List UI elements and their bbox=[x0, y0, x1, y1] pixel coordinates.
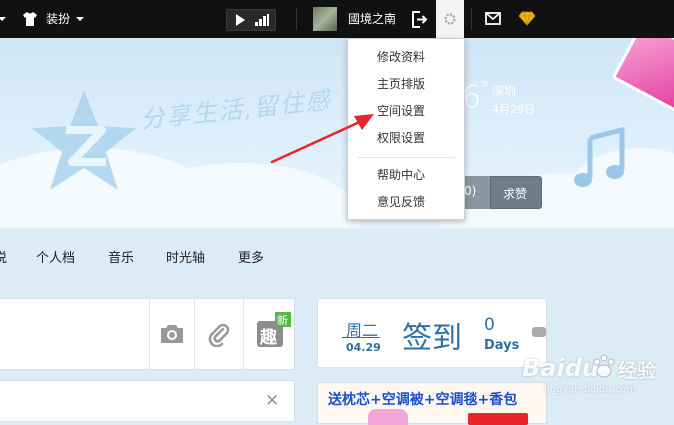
divider bbox=[296, 8, 297, 30]
weather-city: 深圳 bbox=[492, 84, 517, 98]
baidu-jingyan-watermark: Baidu 经验 jingyan.baidu.com bbox=[520, 340, 670, 400]
checkin-date: 04.29 bbox=[346, 341, 381, 354]
music-player-control[interactable] bbox=[226, 9, 276, 31]
tab-timeline[interactable]: 时光轴 bbox=[166, 247, 205, 266]
photo-button[interactable] bbox=[149, 299, 194, 369]
link-button[interactable] bbox=[194, 299, 243, 369]
close-icon[interactable]: ✕ bbox=[265, 391, 279, 411]
menu-item-edit-profile[interactable]: 修改资料 bbox=[348, 45, 464, 69]
logout-icon[interactable] bbox=[411, 11, 428, 28]
tab-more[interactable]: 更多 bbox=[238, 247, 264, 266]
annotation-arrow bbox=[270, 114, 374, 164]
checkin-days-count: 0 bbox=[484, 315, 495, 335]
watermark-suffix: 经验 bbox=[618, 360, 657, 382]
play-icon bbox=[236, 14, 245, 26]
music-note-icon bbox=[574, 126, 625, 187]
chevron-down-icon bbox=[76, 17, 84, 21]
tab-music[interactable]: 音乐 bbox=[108, 247, 134, 266]
divider bbox=[471, 8, 472, 30]
fun-button[interactable]: 趣 新 bbox=[243, 299, 295, 369]
watermark-brand: Baidu bbox=[522, 354, 599, 382]
composer-input[interactable] bbox=[0, 299, 147, 369]
user-name[interactable]: 國境之南 bbox=[348, 0, 396, 38]
card-toggle-handle[interactable] bbox=[532, 327, 546, 337]
attachment-icon bbox=[208, 323, 230, 347]
gear-icon bbox=[444, 13, 456, 25]
user-avatar[interactable] bbox=[313, 7, 337, 31]
profile-nav: 说 个人档 音乐 时光轴 更多 bbox=[0, 228, 674, 288]
checkin-days-label: Days bbox=[484, 338, 520, 353]
menu-item-feedback[interactable]: 意见反馈 bbox=[348, 190, 464, 214]
menu-item-help-center[interactable]: 帮助中心 bbox=[348, 163, 464, 187]
paw-icon bbox=[593, 354, 615, 378]
ad-text: 送枕芯+空调被+空调毯+香包 bbox=[328, 392, 518, 408]
feed-card: ✕ bbox=[0, 380, 295, 422]
qzone-star-logo bbox=[32, 90, 136, 190]
watermark-url: jingyan.baidu.com bbox=[544, 384, 637, 395]
menu-item-homepage-layout[interactable]: 主页排版 bbox=[348, 72, 464, 96]
weather-degree: ° bbox=[481, 78, 489, 97]
checkin-card: 周二 04.29 签到 0 Days bbox=[317, 298, 547, 368]
post-composer: 趣 新 bbox=[0, 298, 295, 370]
chevron-down-icon[interactable] bbox=[0, 17, 6, 21]
mail-icon[interactable] bbox=[485, 12, 501, 25]
ad-image bbox=[368, 409, 408, 425]
dress-up-button[interactable]: 装扮 bbox=[22, 0, 86, 38]
praise-label: 求赞 bbox=[503, 187, 528, 201]
shirt-icon bbox=[23, 12, 37, 26]
divider bbox=[342, 337, 380, 338]
bars-icon bbox=[255, 14, 269, 26]
camera-icon bbox=[161, 325, 183, 343]
checkin-button[interactable]: 签到 bbox=[402, 313, 462, 357]
praise-count: 0) bbox=[464, 184, 477, 198]
tab-profile[interactable]: 个人档 bbox=[36, 247, 75, 266]
top-bar: 装扮 國境之南 bbox=[0, 0, 674, 38]
tab-say[interactable]: 说 bbox=[0, 247, 7, 266]
new-badge: 新 bbox=[275, 312, 291, 327]
weather-date: 4月29日 bbox=[492, 103, 535, 116]
popularity-ribbon[interactable] bbox=[611, 38, 674, 119]
diamond-icon[interactable] bbox=[518, 11, 536, 26]
ad-card[interactable]: 送枕芯+空调被+空调毯+香包 bbox=[317, 382, 547, 425]
settings-button[interactable] bbox=[436, 0, 464, 38]
dress-up-label: 装扮 bbox=[46, 12, 71, 26]
praise-button[interactable]: 求赞 bbox=[490, 176, 542, 209]
